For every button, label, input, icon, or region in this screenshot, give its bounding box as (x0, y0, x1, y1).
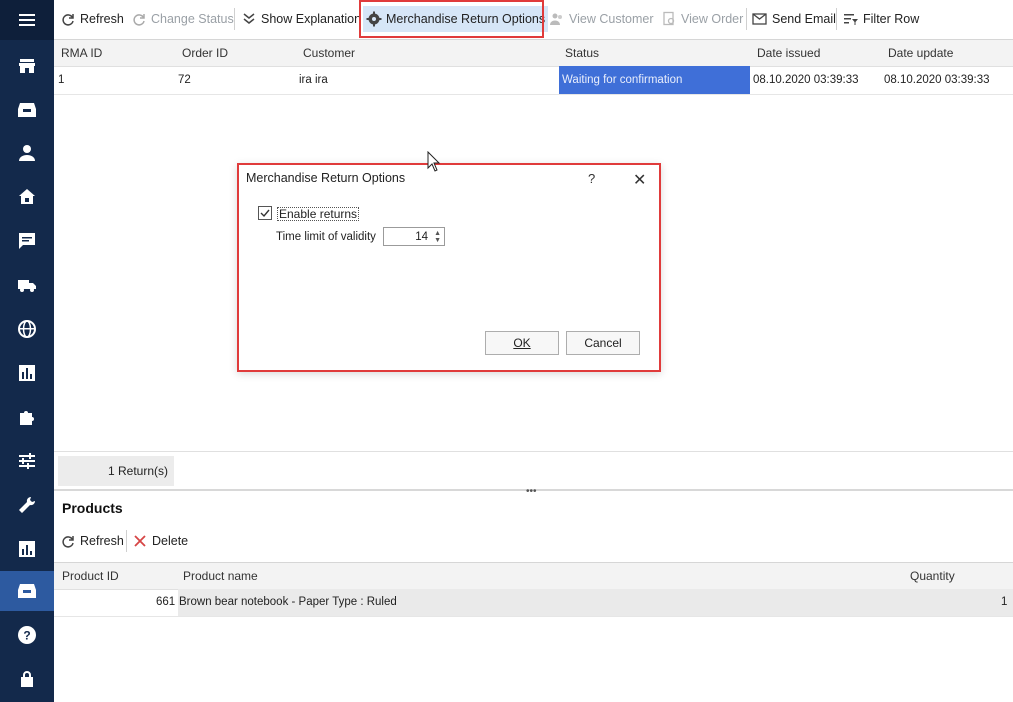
returns-count: 1 Return(s) (58, 456, 174, 486)
svg-text:?: ? (23, 629, 30, 643)
checkmark-icon (260, 209, 270, 218)
store-icon[interactable] (0, 46, 54, 86)
menu-icon[interactable] (0, 0, 54, 40)
ok-label: OK (513, 336, 531, 350)
mouse-cursor-icon (427, 151, 441, 172)
globe-icon[interactable] (0, 309, 54, 349)
cell-product-id: 661 (156, 596, 176, 608)
column-header-date-update[interactable]: Date update (888, 46, 953, 60)
returns-icon[interactable] (0, 571, 54, 611)
cell-rma-id: 1 (58, 74, 65, 86)
refresh-icon (62, 14, 74, 26)
send-email-button[interactable]: Send Email (752, 6, 836, 32)
column-header-order-id[interactable]: Order ID (182, 46, 228, 60)
view-customer-button[interactable]: View Customer (549, 6, 654, 32)
cell-status: Waiting for confirmation (559, 66, 750, 94)
inbox-icon[interactable] (0, 90, 54, 130)
user-icon[interactable] (0, 133, 54, 173)
products-refresh-label: Refresh (80, 534, 124, 548)
dialog-title: Merchandise Return Options (246, 171, 406, 185)
stepper-down-icon[interactable]: ▼ (434, 237, 441, 244)
lock-icon[interactable] (0, 659, 54, 699)
products-title: Products (62, 500, 123, 516)
view-customer-label: View Customer (569, 12, 654, 26)
column-header-product-id[interactable]: Product ID (62, 569, 119, 583)
stepper-up-icon[interactable]: ▲ (434, 230, 441, 237)
merchandise-return-options-dialog: Merchandise Return Options ? ✕ Enable re… (237, 163, 661, 372)
shop-icon[interactable] (0, 177, 54, 217)
toolbar-divider (836, 8, 837, 30)
filter-icon (844, 14, 858, 25)
toolbar-highlight-frame (359, 0, 544, 38)
email-icon (752, 13, 767, 25)
cell-quantity: 1 (1001, 596, 1008, 608)
show-explanation-button[interactable]: Show Explanation (241, 6, 361, 32)
document-search-icon (663, 11, 675, 26)
column-header-customer[interactable]: Customer (303, 46, 355, 60)
cell-date-issued: 08.10.2020 03:39:33 (753, 74, 859, 86)
help-icon[interactable]: ? (588, 171, 595, 186)
refresh-button[interactable]: Refresh (60, 6, 124, 32)
products-refresh-button[interactable]: Refresh (60, 528, 124, 554)
delete-icon (134, 535, 146, 547)
enable-returns-checkbox[interactable] (258, 206, 272, 220)
toolbar-divider (126, 530, 127, 552)
returns-grid-header: RMA ID Order ID Customer Status Date iss… (54, 39, 1013, 67)
change-status-button[interactable]: Change Status (131, 6, 234, 32)
table-row[interactable]: 661 Brown bear notebook - Paper Type : R… (54, 589, 1013, 617)
view-order-button[interactable]: View Order (661, 6, 743, 32)
products-delete-label: Delete (152, 534, 189, 548)
products-grid-header: Product ID Product name Quantity (54, 562, 1013, 590)
toolbar-divider (234, 8, 235, 30)
column-header-status[interactable]: Status (565, 46, 599, 60)
cell-date-update: 08.10.2020 03:39:33 (884, 74, 990, 86)
time-limit-value[interactable]: 14 (415, 231, 428, 243)
send-email-label: Send Email (772, 12, 836, 26)
puzzle-icon[interactable] (0, 397, 54, 437)
returns-grid-footer: 1 Return(s) (54, 451, 1013, 490)
enable-returns-label[interactable]: Enable returns (277, 207, 360, 221)
cell-order-id: 72 (178, 74, 191, 86)
show-explanation-label: Show Explanation (261, 12, 362, 26)
customers-icon (550, 13, 562, 25)
toolbar-divider (746, 8, 747, 30)
help-icon[interactable]: ? (0, 615, 54, 655)
column-header-product-name[interactable]: Product name (183, 569, 258, 583)
close-icon[interactable]: ✕ (633, 170, 646, 190)
column-header-rma-id[interactable]: RMA ID (61, 46, 102, 60)
filter-row-button[interactable]: Filter Row (843, 6, 919, 32)
sliders-icon[interactable] (0, 441, 54, 481)
table-row[interactable]: 1 72 ira ira Waiting for confirmation 08… (54, 66, 1013, 95)
column-header-date-issued[interactable]: Date issued (757, 46, 820, 60)
time-limit-stepper[interactable]: 14 ▲ ▼ (383, 227, 445, 246)
refresh-icon (62, 536, 74, 548)
toolbar: Refresh Change Status Show Explanation M… (54, 0, 1013, 38)
chevrons-down-icon (243, 13, 255, 24)
change-status-label: Change Status (151, 12, 234, 26)
wrench-icon[interactable] (0, 485, 54, 525)
refresh-label: Refresh (80, 12, 124, 26)
cell-customer: ira ira (299, 74, 328, 86)
cancel-button[interactable]: Cancel (566, 331, 640, 355)
cell-product-name: Brown bear notebook - Paper Type : Ruled (179, 596, 397, 608)
truck-icon[interactable] (0, 265, 54, 305)
sidebar: ? (0, 0, 54, 702)
stats-icon[interactable] (0, 529, 54, 569)
chat-icon[interactable] (0, 221, 54, 261)
chart-icon[interactable] (0, 353, 54, 393)
change-status-icon (133, 14, 145, 26)
view-order-label: View Order (681, 12, 744, 26)
products-delete-button[interactable]: Delete (132, 528, 188, 554)
time-limit-label: Time limit of validity (276, 231, 376, 243)
filter-row-label: Filter Row (863, 12, 920, 26)
splitter-grip-icon[interactable]: ••• (526, 486, 537, 497)
column-header-quantity[interactable]: Quantity (910, 569, 955, 583)
ok-button[interactable]: OK (485, 331, 559, 355)
